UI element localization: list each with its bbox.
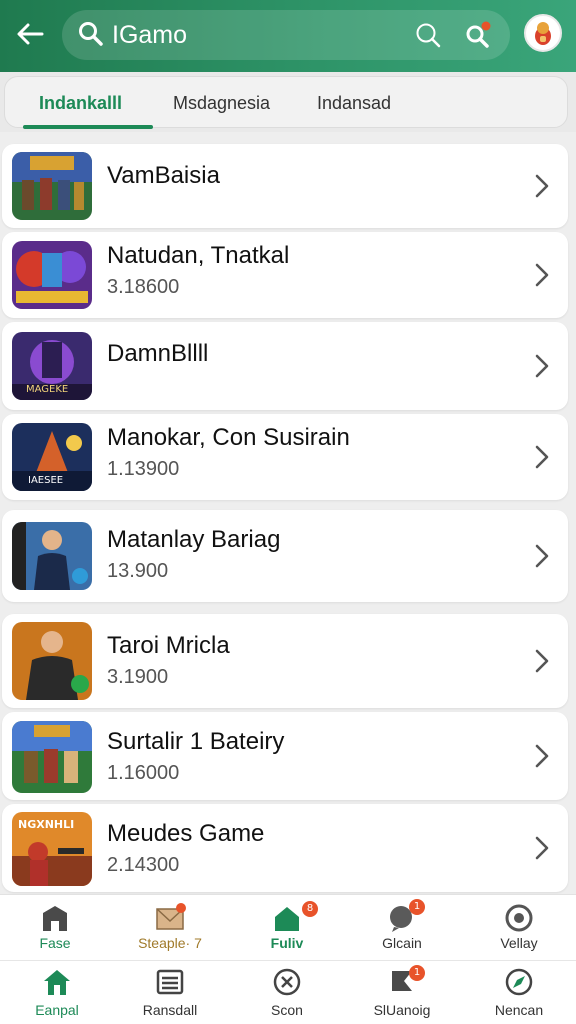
game-thumbnail: IAESEE [12,423,92,491]
tab-sluanoig[interactable]: 1 SlUanoig [347,961,457,1024]
item-title: Manokar, Con Susirain [107,424,350,451]
target-icon [505,904,533,932]
nav-vellay[interactable]: Vellay [464,895,574,960]
list-item[interactable]: Surtalir 1 Bateiry 1.16000 [2,712,568,800]
x-circle-icon [273,968,301,996]
game-thumbnail [12,721,92,793]
chevron-right-icon [535,649,549,673]
game-thumbnail: NGXNHLI [12,812,92,886]
secondary-nav: Fase Steaple· 7 8 Fuliv 1 Glcain Vellay [0,894,576,960]
search-input[interactable]: IGamo [112,20,187,50]
tab-indansad[interactable]: Indansad [317,77,391,129]
search-icon [79,22,103,46]
notification-badge: 8 [302,901,318,917]
list-item[interactable]: Matanlay Bariag 13.900 [2,510,568,602]
list-item[interactable]: Taroi Mricla 3.1900 [2,614,568,708]
avatar[interactable] [524,14,562,52]
thumbnail-caption: MAGEKE [26,384,69,395]
tab-eanpal[interactable]: Eanpal [2,961,112,1024]
search-icon[interactable] [414,21,442,49]
nav-glcain[interactable]: 1 Glcain [347,895,457,960]
item-subtitle: 1.16000 [107,762,180,784]
compass-icon [505,968,533,996]
game-thumbnail [12,522,92,590]
notification-badge: 1 [409,899,425,915]
tab-bar: Indankalll Msdagnesia Indansad [4,76,568,129]
nav-fase[interactable]: Fase [0,895,110,960]
bottom-tab-bar: Eanpal Ransdall Scon 1 SlUanoig Nencan [0,960,576,1024]
item-subtitle: 2.14300 [107,854,180,876]
list-item[interactable]: VamBaisia [2,144,568,228]
nav-steaple[interactable]: Steaple· 7 [115,895,225,960]
list-item[interactable]: IAESEE Manokar, Con Susirain 1.13900 [2,414,568,500]
item-subtitle: 13.900 [107,560,169,582]
chevron-right-icon [535,445,549,469]
game-thumbnail [12,241,92,309]
list-icon [156,969,184,995]
search-bar[interactable]: IGamo [62,10,510,60]
tab-scon[interactable]: Scon [232,961,342,1024]
game-thumbnail [12,152,92,220]
game-thumbnail: MAGEKE [12,332,92,400]
tab-ransdall[interactable]: Ransdall [115,961,225,1024]
item-title: VamBaisia [107,162,220,189]
list-item[interactable]: MAGEKE DamnBllll [2,322,568,410]
mail-icon [156,903,186,930]
item-subtitle: 3.18600 [107,276,180,298]
tab-strip: Indankalll Msdagnesia Indansad [0,72,576,132]
game-thumbnail [12,622,92,700]
thumbnail-caption: NGXNHLI [18,818,75,831]
item-title: Natudan, Tnatkal [107,242,290,269]
item-subtitle: 3.1900 [107,666,169,688]
list-item[interactable]: NGXNHLI Meudes Game 2.14300 [2,804,568,892]
item-title: DamnBllll [107,340,209,367]
item-title: Surtalir 1 Bateiry [107,728,285,755]
nav-fuliv[interactable]: 8 Fuliv [232,895,342,960]
chevron-right-icon [535,544,549,568]
castle-icon [43,906,67,931]
arrow-left-icon[interactable] [12,16,52,52]
active-tab-indicator [23,125,153,129]
notification-badge: 1 [409,965,425,981]
chevron-right-icon [535,744,549,768]
item-title: Taroi Mricla [107,632,230,659]
home-icon [44,970,70,995]
thumbnail-caption: IAESEE [28,475,64,486]
app-header: IGamo [0,0,576,72]
item-subtitle: 1.13900 [107,458,180,480]
chevron-right-icon [535,354,549,378]
tab-msdagnesia[interactable]: Msdagnesia [173,77,270,129]
search-notification-icon[interactable] [462,19,494,51]
tab-indankalll[interactable]: Indankalll [39,77,122,129]
list-item[interactable]: Natudan, Tnatkal 3.18600 [2,232,568,318]
tab-nencan[interactable]: Nencan [464,961,574,1024]
chevron-right-icon [535,836,549,860]
item-title: Matanlay Bariag [107,526,281,553]
home-badge-icon [275,907,299,931]
chevron-right-icon [535,263,549,287]
chevron-right-icon [535,174,549,198]
item-title: Meudes Game [107,820,265,847]
